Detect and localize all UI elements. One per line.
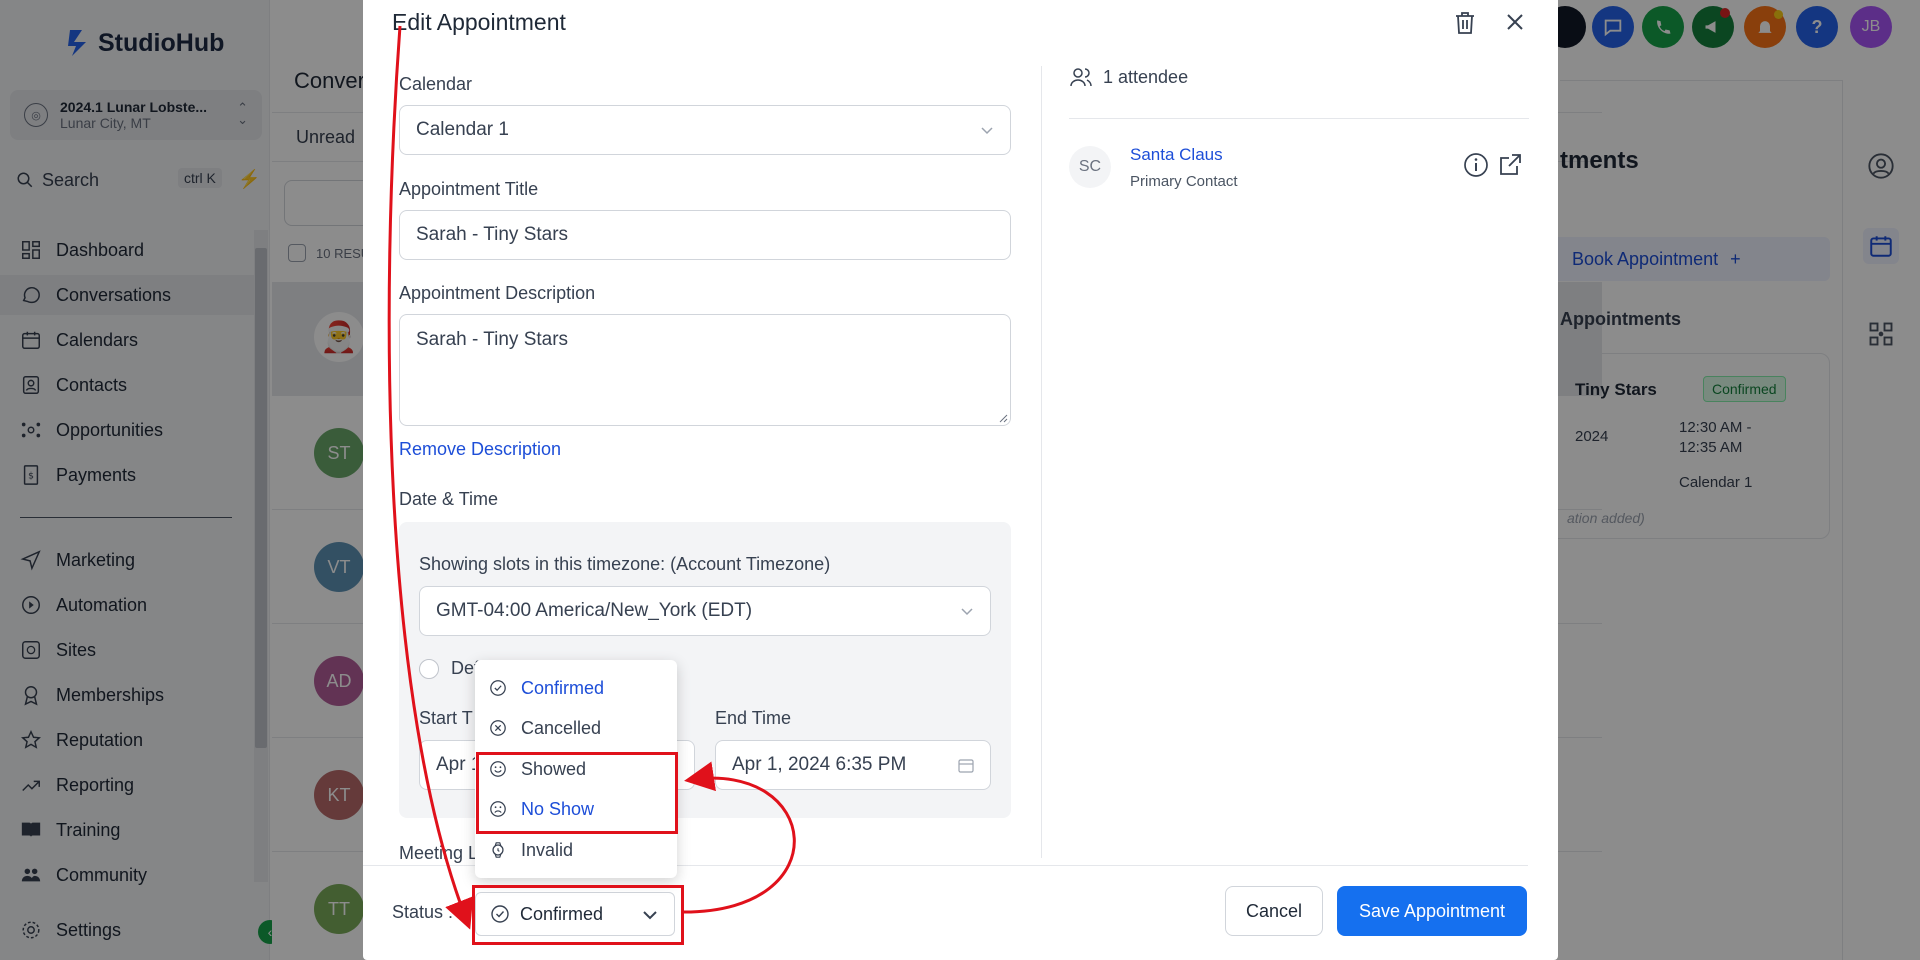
end-time-value: Apr 1, 2024 6:35 PM (732, 754, 907, 775)
calendar-label: Calendar (399, 74, 473, 94)
resize-handle-icon[interactable] (998, 413, 1008, 423)
calendar-value: Calendar 1 (416, 119, 509, 140)
modal-title: Edit Appointment (392, 9, 566, 35)
users-icon (1070, 68, 1092, 87)
timezone-select[interactable]: GMT-04:00 America/New_York (EDT) (419, 586, 991, 636)
status-option-confirmed[interactable]: Confirmed (475, 668, 677, 708)
status-label: Status : (392, 902, 454, 922)
attendees-header: 1 attendee (1069, 66, 1188, 88)
end-time-label: End Time (715, 708, 792, 728)
description-label: Appointment Description (399, 283, 596, 303)
status-option-cancelled[interactable]: Cancelled (475, 708, 677, 748)
timezone-value: GMT-04:00 America/New_York (EDT) (436, 600, 753, 621)
contact-role: Primary Contact (1130, 173, 1238, 190)
title-input[interactable]: Sarah - Tiny Stars (399, 210, 1011, 260)
calendar-select[interactable]: Calendar 1 (399, 105, 1011, 155)
check-circle-icon (490, 680, 506, 696)
contact-name-link[interactable]: Santa Claus (1130, 145, 1223, 165)
external-link-icon[interactable] (1497, 152, 1523, 178)
close-icon[interactable] (1503, 10, 1527, 34)
default-radio[interactable] (419, 659, 439, 679)
calendar-icon (958, 759, 974, 773)
trash-icon[interactable] (1453, 10, 1477, 36)
description-value: Sarah - Tiny Stars (416, 329, 569, 350)
chevron-down-icon (981, 127, 993, 135)
option-label: Cancelled (521, 717, 602, 738)
contact-avatar: SC (1069, 146, 1111, 188)
title-value: Sarah - Tiny Stars (416, 224, 569, 245)
status-option-invalid[interactable]: Invalid (475, 830, 677, 870)
watch-icon (492, 842, 504, 858)
x-circle-icon (490, 720, 506, 736)
option-label: Confirmed (521, 677, 605, 698)
info-icon[interactable] (1463, 152, 1489, 178)
title-label: Appointment Title (399, 179, 539, 199)
chevron-down-icon (961, 608, 973, 616)
timezone-label: Showing slots in this timezone: (Account… (419, 554, 831, 574)
remove-description-link[interactable]: Remove Description (399, 439, 561, 460)
attendees-divider (1069, 118, 1529, 119)
datetime-label: Date & Time (399, 489, 499, 509)
attendee-count: 1 attendee (1103, 66, 1189, 87)
column-divider (1041, 66, 1042, 858)
end-time-input[interactable]: Apr 1, 2024 6:35 PM (715, 740, 991, 790)
annotation-highlight-box (476, 752, 678, 834)
start-time-label: Start T (419, 708, 473, 728)
cancel-button[interactable]: Cancel (1225, 886, 1323, 936)
meeting-location-label: Meeting L (399, 843, 479, 863)
description-textarea[interactable]: Sarah - Tiny Stars (399, 314, 1011, 426)
annotation-highlight-box (472, 885, 684, 945)
save-appointment-button[interactable]: Save Appointment (1337, 886, 1527, 936)
option-label: Invalid (521, 839, 574, 860)
